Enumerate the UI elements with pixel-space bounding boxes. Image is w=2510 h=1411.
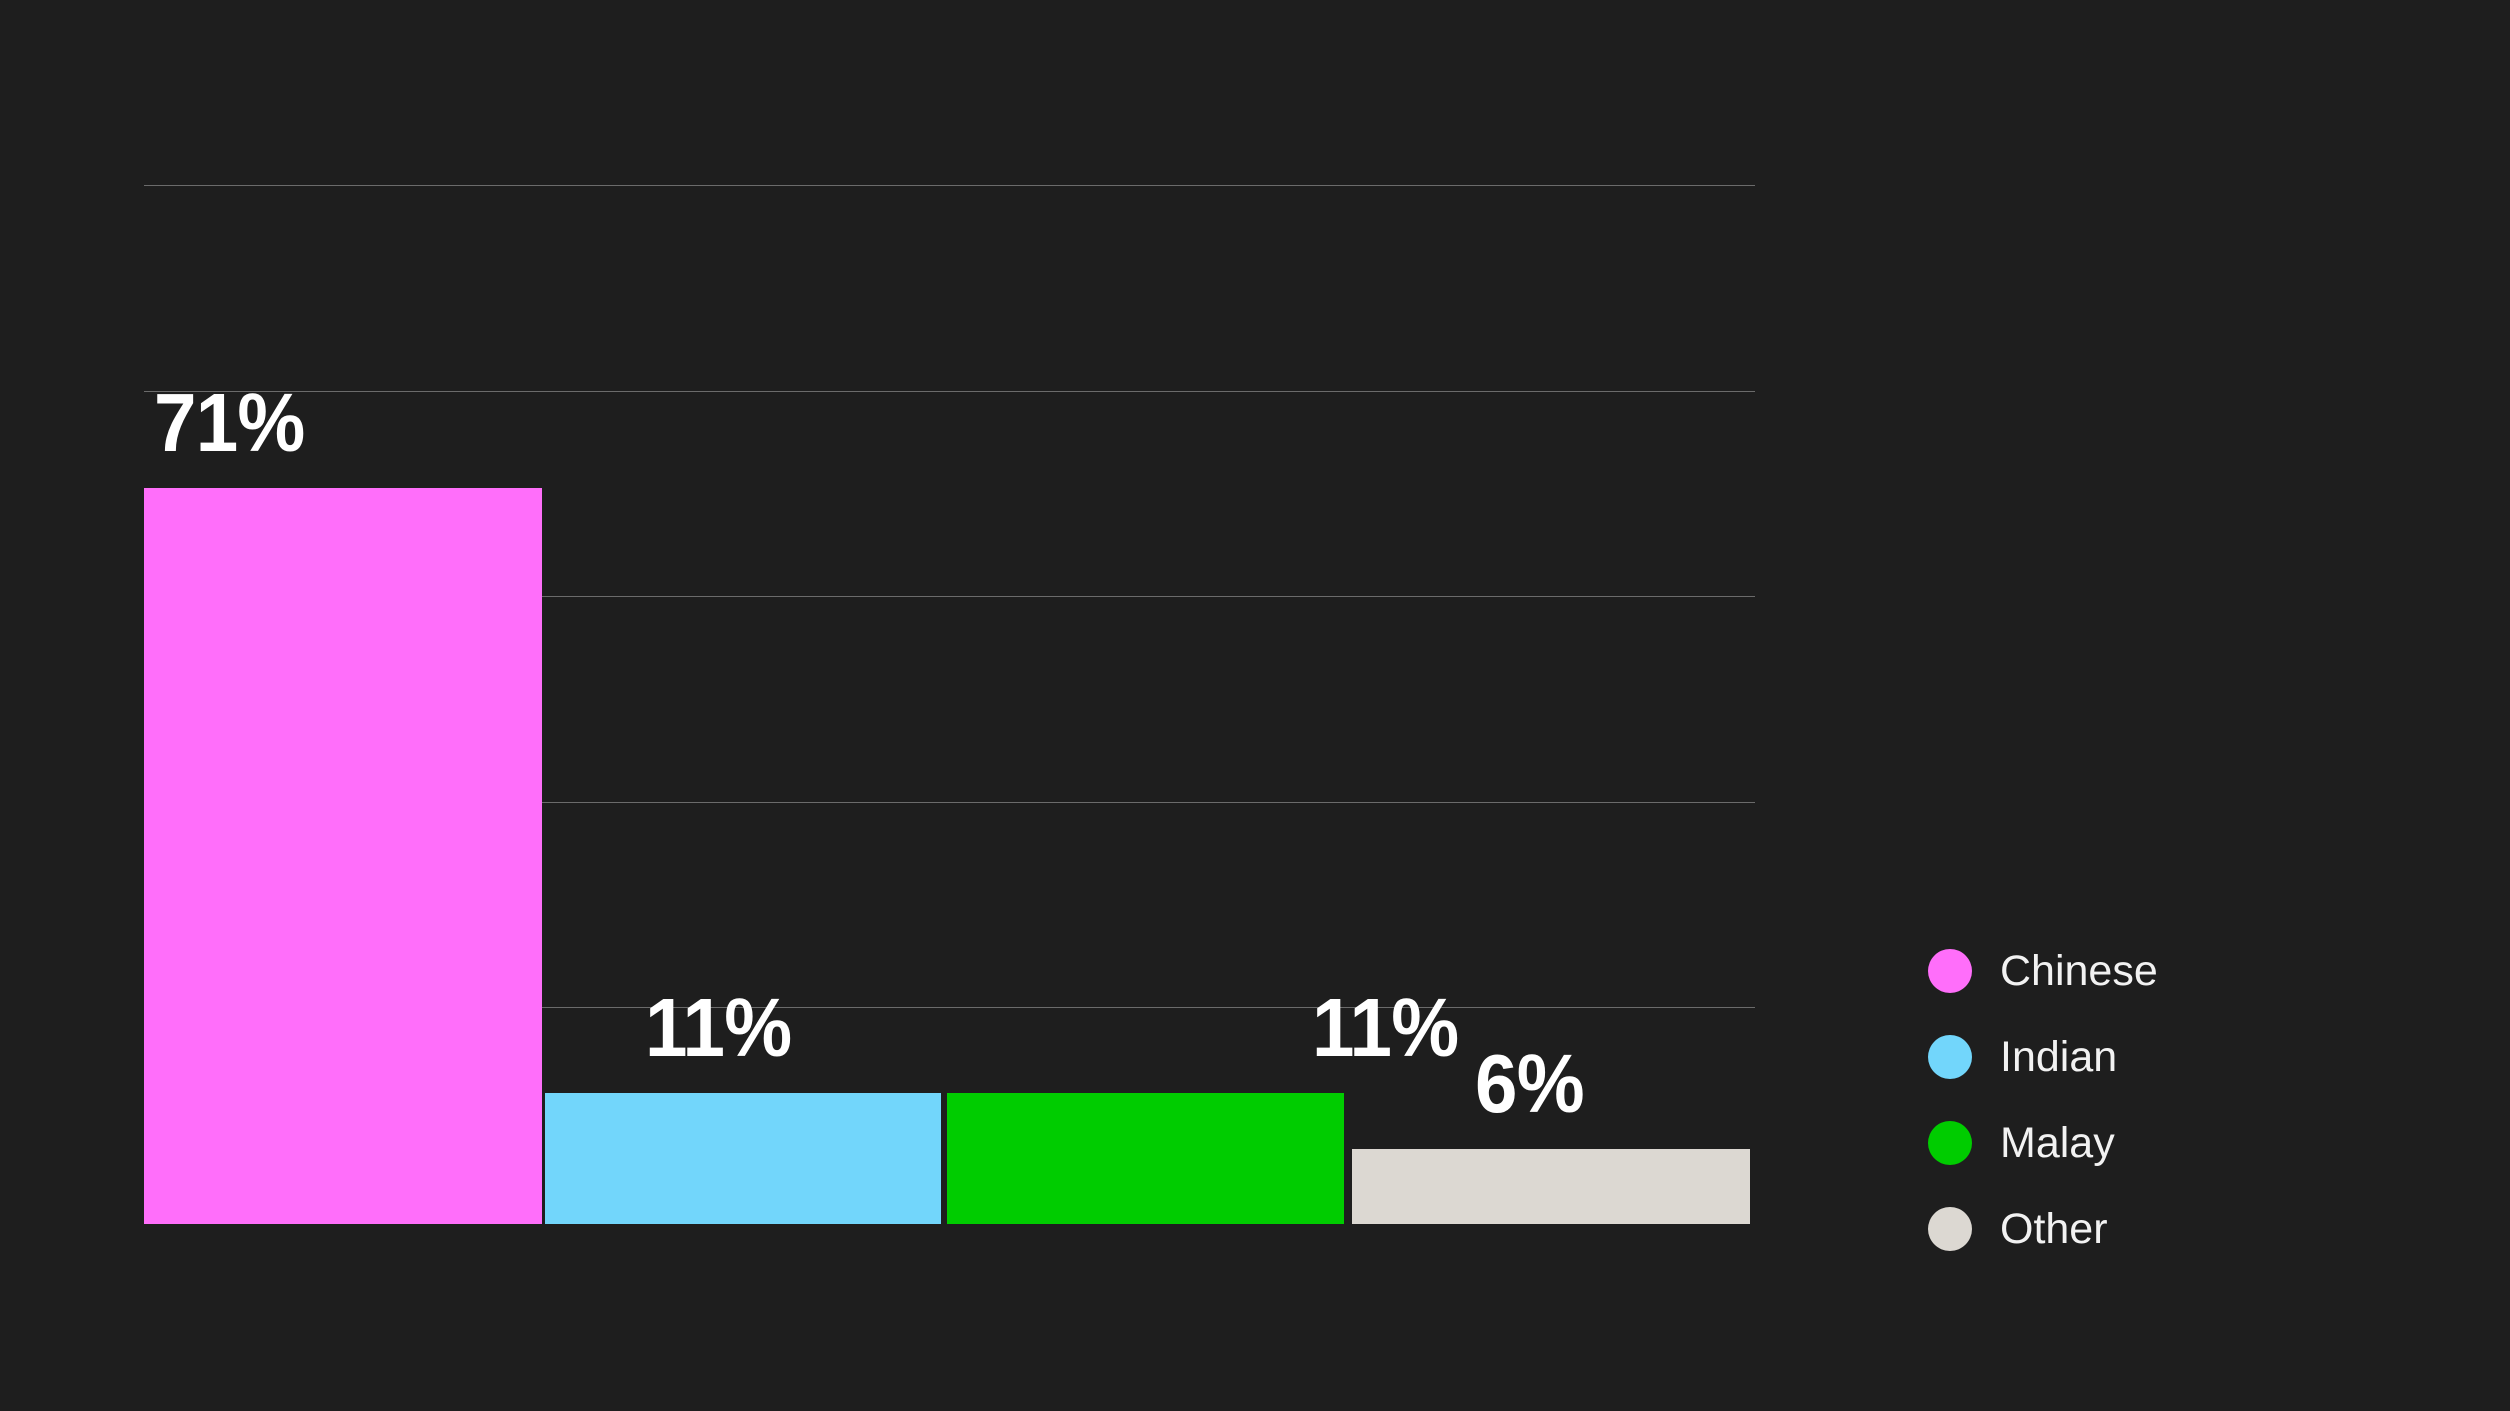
circle-swatch (1928, 949, 1972, 993)
bar-value-label: 11% (1312, 981, 1459, 1074)
legend-item-chinese[interactable]: Chinese (1928, 928, 2158, 1014)
chart-canvas: 71% 11% 11% 6% Chinese Indian Malay Other (0, 0, 2510, 1411)
legend-item-label: Malay (2000, 1118, 2115, 1167)
bar-series: 71% 11% 11% 6% (144, 185, 1755, 1224)
legend-item-malay[interactable]: Malay (1928, 1100, 2158, 1186)
chart-legend: Chinese Indian Malay Other (1928, 928, 2158, 1272)
legend-item-other[interactable]: Other (1928, 1186, 2158, 1272)
legend-item-label: Other (2000, 1204, 2108, 1253)
legend-item-label: Chinese (2000, 946, 2158, 995)
bar-chinese[interactable] (144, 488, 542, 1224)
bar-value-label: 6% (1475, 1037, 1585, 1130)
bar-malay[interactable] (947, 1093, 1344, 1224)
bar-other[interactable] (1352, 1149, 1750, 1224)
legend-item-indian[interactable]: Indian (1928, 1014, 2158, 1100)
legend-item-label: Indian (2000, 1032, 2118, 1081)
bar-value-label: 11% (645, 981, 792, 1074)
circle-swatch (1928, 1035, 1972, 1079)
plot-area: 71% 11% 11% 6% (144, 185, 1755, 1224)
bar-value-label: 71% (154, 376, 305, 469)
bar-indian[interactable] (545, 1093, 941, 1224)
circle-swatch (1928, 1121, 1972, 1165)
circle-swatch (1928, 1207, 1972, 1251)
